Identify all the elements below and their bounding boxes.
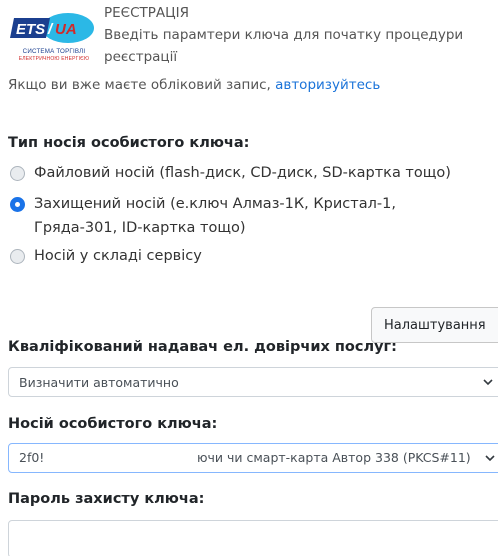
logo-sub-line1: СИСТЕМА ТОРГІВЛІ — [22, 48, 86, 55]
logo-subtitle: СИСТЕМА ТОРГІВЛІ ЕЛЕКТРИЧНОЮ ЕНЕРГІЄЮ — [8, 48, 100, 63]
radio-file-carrier[interactable]: Файловий носій (flash-диск, CD-диск, SD-… — [10, 161, 498, 185]
radio-label: Носій у складі сервісу — [34, 248, 202, 264]
logo-badge-icon: ETS / UA — [10, 13, 94, 43]
logo-sub-line2: ЕЛЕКТРИЧНОЮ ЕНЕРГІЄЮ — [18, 55, 90, 62]
registration-header: ETS / UA СИСТЕМА ТОРГІВЛІ ЕЛЕКТРИЧНОЮ ЕН… — [8, 4, 498, 70]
carrier-type-title: Тип носія особистого ключа: — [8, 135, 250, 151]
key-carrier-title: Носій особистого ключа: — [8, 416, 218, 432]
login-link[interactable]: авторизуйтесь — [275, 77, 380, 93]
radio-label: Захищений носій (е.ключ Алмаз-1К, Криста… — [34, 196, 396, 236]
key-carrier-value-right: ючи чи смарт-карта Автор 338 (PKCS#11) — [197, 450, 471, 465]
provider-select[interactable]: Визначити автоматично — [8, 367, 498, 397]
password-title: Пароль захисту ключа: — [8, 491, 205, 507]
radio-label: Файловий носій (flash-диск, CD-диск, SD-… — [34, 165, 451, 181]
auth-prompt: Якщо ви вже маєте обліковий запис, автор… — [8, 76, 380, 94]
provider-selected-value: Визначити автоматично — [19, 374, 179, 390]
radio-protected-carrier[interactable]: Захищений носій (е.ключ Алмаз-1К, Криста… — [10, 192, 498, 240]
logo-text-ua: UA — [55, 21, 77, 38]
key-carrier-value-left: 2f0! — [19, 450, 45, 465]
auth-prompt-text: Якщо ви вже маєте обліковий запис, — [8, 77, 276, 93]
radio-button-checked[interactable] — [10, 197, 25, 212]
logo-text-ets: ETS — [16, 21, 45, 38]
radio-service-carrier[interactable]: Носій у складі сервісу — [10, 244, 498, 268]
provider-title: Кваліфікований надавач ел. довірчих посл… — [8, 339, 397, 355]
settings-button[interactable]: Налаштування — [371, 307, 498, 343]
chevron-down-icon — [485, 455, 495, 462]
radio-button[interactable] — [10, 166, 25, 181]
radio-button[interactable] — [10, 249, 25, 264]
key-carrier-select[interactable]: 2f0! ючи чи смарт-карта Автор 338 (PKCS#… — [8, 443, 498, 473]
ets-ua-logo: ETS / UA СИСТЕМА ТОРГІВЛІ ЕЛЕКТРИЧНОЮ ЕН… — [8, 8, 100, 70]
page-description: Введіть парамтери ключа для початку проц… — [104, 27, 464, 65]
password-input[interactable] — [8, 520, 498, 556]
page-title: РЕЄСТРАЦІЯ — [104, 5, 189, 21]
chevron-down-icon — [483, 379, 493, 386]
